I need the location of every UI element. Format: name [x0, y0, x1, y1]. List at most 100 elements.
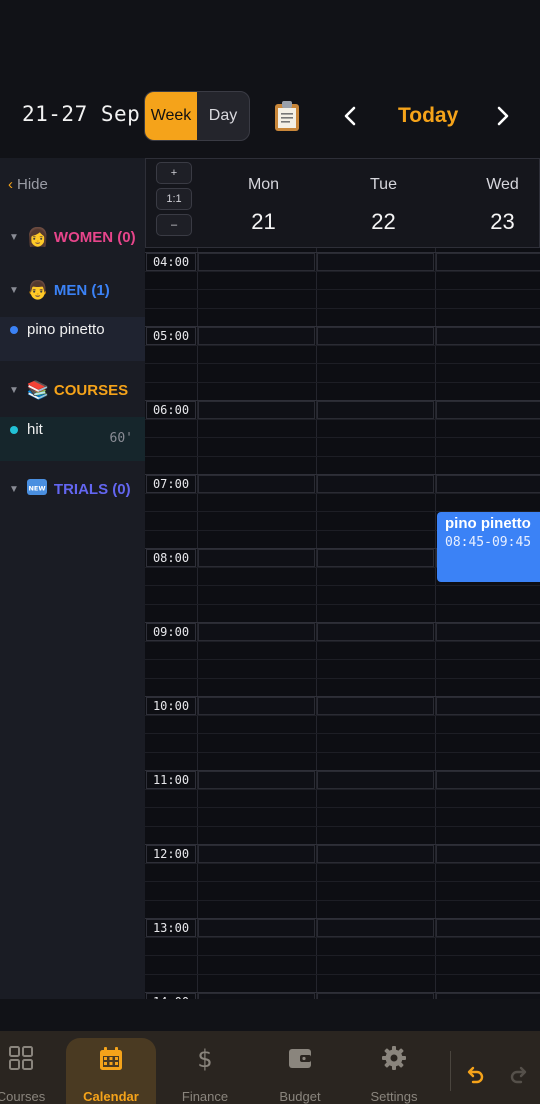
course-name: hit [27, 421, 43, 438]
hour-slot[interactable] [317, 401, 434, 419]
hour-slot[interactable] [436, 623, 540, 641]
hour-slot[interactable] [436, 327, 540, 345]
hide-label: Hide [17, 176, 48, 193]
date-range: 21-27 Sep [22, 102, 141, 126]
day-view-button[interactable]: Day [197, 92, 249, 140]
chevron-left-icon: ‹ [8, 176, 13, 193]
hour-slot[interactable] [198, 771, 315, 789]
hour-slot[interactable] [317, 623, 434, 641]
hour-slot[interactable] [198, 919, 315, 937]
books-emoji-icon: 📚 [26, 379, 50, 400]
hour-label: 11:00 [146, 771, 196, 789]
bottom-spacer [0, 999, 540, 1031]
quarter-hour-line [145, 807, 540, 808]
tab-label: Budget [279, 1089, 321, 1104]
svg-text:NEW: NEW [28, 484, 45, 492]
calendar-event[interactable]: pino pinetto 08:45-09:45 [437, 512, 540, 582]
today-button[interactable]: Today [398, 104, 458, 128]
zoom-out-button[interactable]: – [156, 214, 192, 236]
hour-slot[interactable] [317, 549, 434, 567]
quarter-hour-line [145, 677, 540, 679]
wallet-icon [289, 1049, 311, 1068]
tab-budget[interactable]: Budget [261, 1031, 339, 1104]
course-item[interactable]: hit 60' [0, 417, 145, 461]
hour-slot[interactable] [198, 549, 315, 567]
quarter-hour-line [145, 881, 540, 882]
hide-sidebar-button[interactable]: ‹ Hide [8, 176, 48, 193]
quarter-hour-line [145, 307, 540, 309]
hour-label: 07:00 [146, 475, 196, 493]
member-dot [10, 326, 18, 334]
undo-icon[interactable] [464, 1066, 486, 1086]
view-toggle[interactable]: Week Day [144, 91, 250, 141]
hour-slot[interactable] [198, 401, 315, 419]
group-courses-label: COURSES [53, 381, 129, 399]
hour-slot[interactable] [436, 771, 540, 789]
grid-icon [9, 1046, 33, 1070]
member-item[interactable]: pino pinetto [0, 317, 145, 361]
week-view-button[interactable]: Week [145, 92, 197, 140]
hour-label: 06:00 [146, 401, 196, 419]
hour-slot[interactable] [198, 697, 315, 715]
day-number: 22 [371, 209, 396, 234]
hour-slot[interactable] [317, 845, 434, 863]
bottom-tab-bar: Courses Calendar $ Finance Budget Settin… [0, 1031, 540, 1104]
tab-label: Calendar [83, 1089, 139, 1104]
chevron-right-icon[interactable] [490, 102, 516, 130]
hour-slot[interactable] [317, 253, 434, 271]
redo-icon[interactable] [508, 1066, 530, 1086]
day-header-wed[interactable]: Wed 23 [443, 159, 540, 249]
quarter-hour-line [145, 825, 540, 827]
tab-label: Finance [181, 1089, 229, 1104]
hour-slot[interactable] [198, 845, 315, 863]
group-women[interactable]: ▼ 👩 WOMEN (0) [0, 220, 145, 254]
hour-slot[interactable] [198, 475, 315, 493]
quarter-hour-line [145, 455, 540, 457]
tab-calendar[interactable]: Calendar [66, 1038, 156, 1104]
calendar-grid: + 1:1 – Mon 21 Tue 22 Wed 23 04:00 05:00 0… [145, 158, 540, 999]
caret-down-icon: ▼ [9, 483, 19, 495]
caret-down-icon: ▼ [9, 231, 19, 243]
hour-slot[interactable] [436, 475, 540, 493]
group-trials-label: TRIALS (0) [53, 480, 131, 498]
hour-slot[interactable] [436, 253, 540, 271]
group-courses[interactable]: ▼ 📚 COURSES [0, 373, 145, 407]
quarter-hour-line [145, 289, 540, 290]
time-grid[interactable]: 04:00 05:00 06:00 07:00 08:00 09:00 10:00 11:00… [145, 248, 540, 999]
svg-text:$: $ [197, 1045, 212, 1071]
zoom-in-button[interactable]: + [156, 162, 192, 184]
hour-slot[interactable] [317, 697, 434, 715]
tab-label: Courses [0, 1089, 46, 1104]
sidebar: ‹ Hide ▼ 👩 WOMEN (0) ▼ 👨 MEN (1) pino pin… [0, 158, 145, 999]
gear-icon [382, 1046, 406, 1070]
quarter-hour-line [145, 585, 540, 586]
group-trials[interactable]: ▼ NEW TRIALS (0) [0, 472, 145, 506]
woman-emoji-icon: 👩 [26, 226, 50, 247]
hour-slot[interactable] [436, 401, 540, 419]
day-header-mon[interactable]: Mon 21 [204, 159, 323, 249]
tab-finance[interactable]: $ Finance [166, 1031, 244, 1104]
chevron-left-icon[interactable] [337, 102, 363, 130]
group-men[interactable]: ▼ 👨 MEN (1) [0, 273, 145, 307]
clipboard-icon[interactable] [272, 100, 302, 132]
tab-courses[interactable]: Courses [0, 1031, 60, 1104]
hour-slot[interactable] [317, 919, 434, 937]
tab-settings[interactable]: Settings [355, 1031, 433, 1104]
new-badge-icon: NEW [26, 478, 47, 495]
hour-slot[interactable] [436, 919, 540, 937]
event-time: 08:45-09:45 [445, 535, 532, 550]
hour-slot[interactable] [317, 771, 434, 789]
hour-slot[interactable] [436, 845, 540, 863]
course-dot [10, 426, 18, 434]
hour-slot[interactable] [198, 253, 315, 271]
quarter-hour-line [145, 955, 540, 956]
hour-slot[interactable] [198, 623, 315, 641]
hour-slot[interactable] [317, 475, 434, 493]
quarter-hour-line [145, 733, 540, 734]
zoom-reset-button[interactable]: 1:1 [156, 188, 192, 210]
quarter-hour-line [145, 751, 540, 753]
hour-slot[interactable] [317, 327, 434, 345]
hour-slot[interactable] [436, 697, 540, 715]
hour-slot[interactable] [198, 327, 315, 345]
day-header-tue[interactable]: Tue 22 [324, 159, 443, 249]
